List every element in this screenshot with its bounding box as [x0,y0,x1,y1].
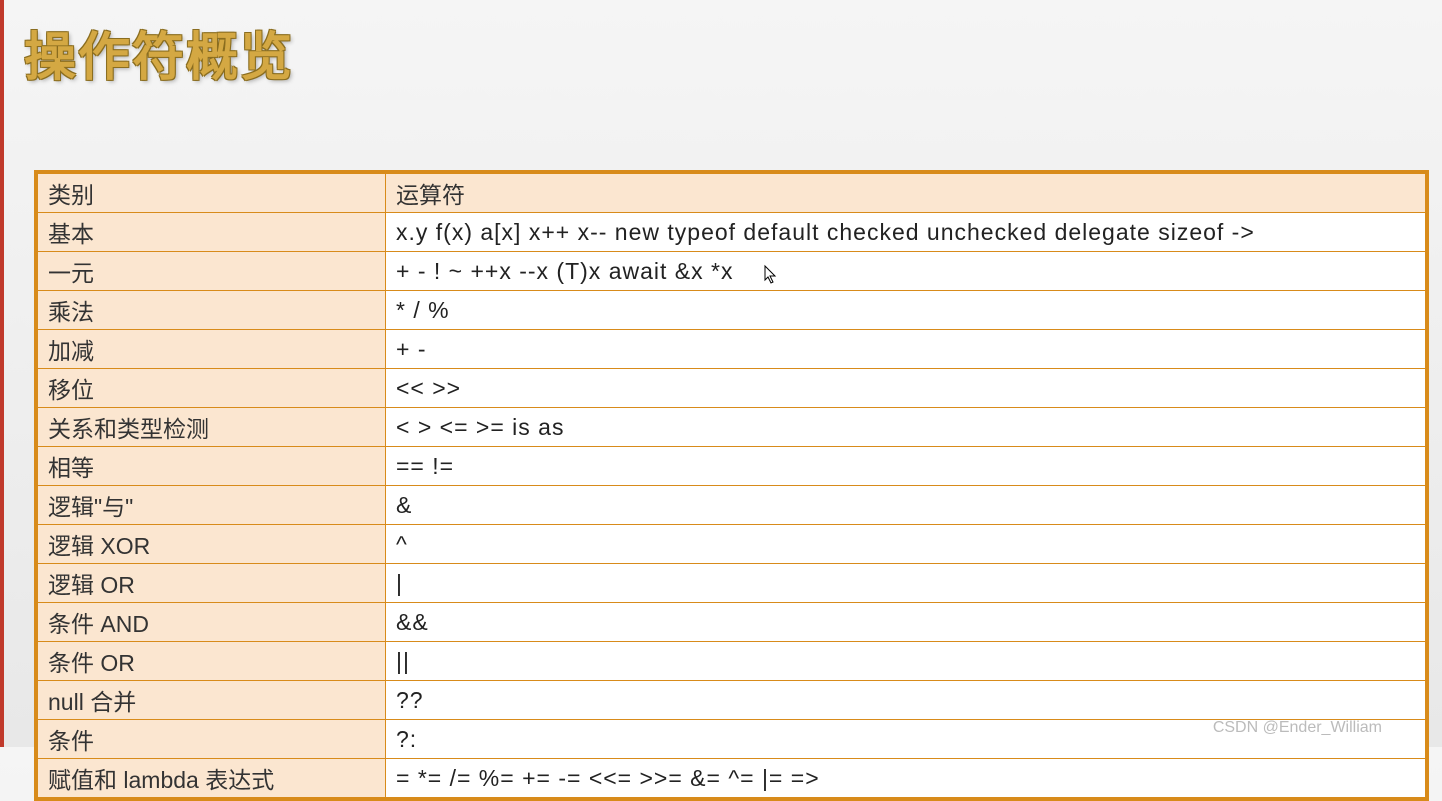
category-cell: 条件 AND [38,603,386,642]
table-row: null 合并?? [38,681,1426,720]
operator-table: 类别 运算符 基本x.y f(x) a[x] x++ x-- new typeo… [37,173,1426,798]
operators-cell: && [386,603,1426,642]
operators-cell: = *= /= %= += -= <<= >>= &= ^= |= => [386,759,1426,798]
table-row: 赋值和 lambda 表达式= *= /= %= += -= <<= >>= &… [38,759,1426,798]
operators-cell: & [386,486,1426,525]
operators-cell: << >> [386,369,1426,408]
category-cell: null 合并 [38,681,386,720]
category-cell: 关系和类型检测 [38,408,386,447]
category-cell: 移位 [38,369,386,408]
table-row: 关系和类型检测< > <= >= is as [38,408,1426,447]
table-row: 逻辑 XOR^ [38,525,1426,564]
category-cell: 逻辑"与" [38,486,386,525]
operators-cell: ^ [386,525,1426,564]
header-operator: 运算符 [386,174,1426,213]
table-row: 加减+ - [38,330,1426,369]
page-title: 操作符概览 [24,15,294,90]
table-row: 乘法* / % [38,291,1426,330]
operators-cell: + - ! ~ ++x --x (T)x await &x *x [386,252,1426,291]
operators-cell: x.y f(x) a[x] x++ x-- new typeof default… [386,213,1426,252]
table-row: 一元+ - ! ~ ++x --x (T)x await &x *x [38,252,1426,291]
category-cell: 加减 [38,330,386,369]
category-cell: 乘法 [38,291,386,330]
table-row: 条件 OR|| [38,642,1426,681]
table-row: 移位<< >> [38,369,1426,408]
operators-cell: | [386,564,1426,603]
category-cell: 基本 [38,213,386,252]
operators-cell: == != [386,447,1426,486]
operator-table-container: 类别 运算符 基本x.y f(x) a[x] x++ x-- new typeo… [34,170,1429,801]
table-header-row: 类别 运算符 [38,174,1426,213]
operators-cell: < > <= >= is as [386,408,1426,447]
category-cell: 相等 [38,447,386,486]
category-cell: 条件 OR [38,642,386,681]
operators-cell: + - [386,330,1426,369]
table-row: 条件 AND&& [38,603,1426,642]
table-row: 相等== != [38,447,1426,486]
operators-cell: * / % [386,291,1426,330]
category-cell: 赋值和 lambda 表达式 [38,759,386,798]
operators-cell: ?? [386,681,1426,720]
table-row: 逻辑"与"& [38,486,1426,525]
header-category: 类别 [38,174,386,213]
watermark: CSDN @Ender_William [1213,719,1382,737]
category-cell: 逻辑 XOR [38,525,386,564]
table-row: 基本x.y f(x) a[x] x++ x-- new typeof defau… [38,213,1426,252]
operators-cell: || [386,642,1426,681]
category-cell: 条件 [38,720,386,759]
category-cell: 逻辑 OR [38,564,386,603]
category-cell: 一元 [38,252,386,291]
table-row: 逻辑 OR| [38,564,1426,603]
